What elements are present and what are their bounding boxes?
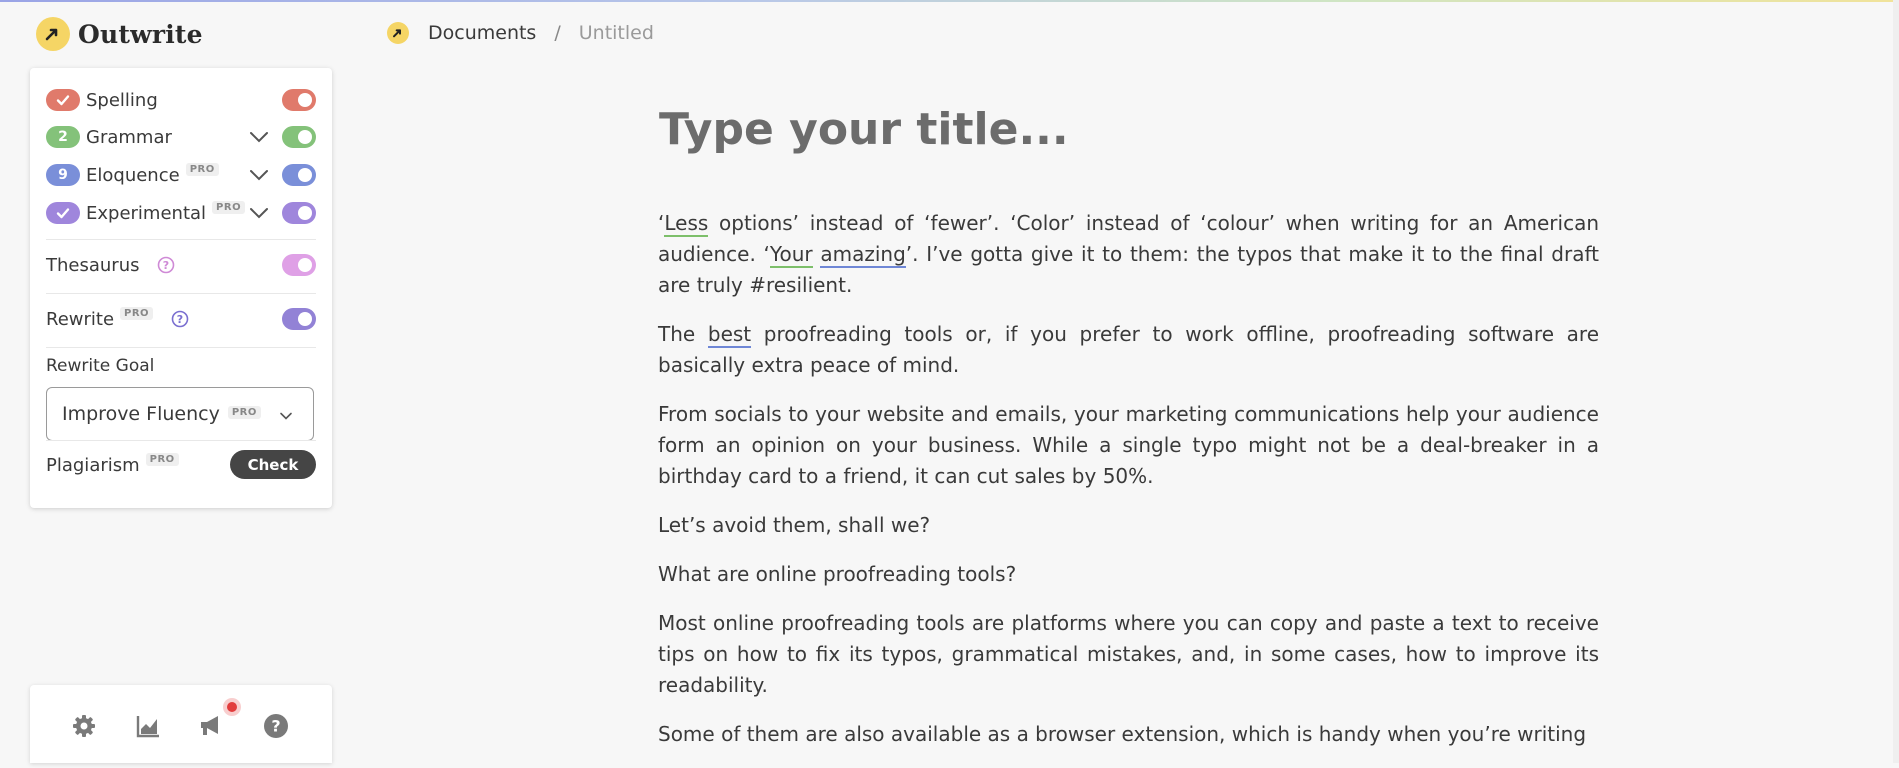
experimental-expand-chevron-icon[interactable] [248, 202, 270, 228]
rewrite-toggle[interactable] [282, 308, 316, 330]
svg-text:?: ? [271, 717, 280, 736]
paragraph: From socials to your website and emails,… [658, 402, 1599, 488]
grammar-row: 2 Grammar [46, 122, 316, 152]
page-scrollbar[interactable] [1893, 0, 1899, 763]
paragraph: Let’s avoid them, shall we? [658, 513, 931, 537]
spelling-row: Spelling [46, 85, 316, 115]
eloquence-row: 9 Eloquence PRO [46, 160, 316, 190]
notification-dot [227, 702, 237, 712]
rewrite-help-icon[interactable]: ? [171, 310, 189, 328]
paragraph: What are online proofreading tools? [658, 562, 1017, 586]
svg-text:?: ? [177, 313, 183, 326]
app-name: Outwrite [78, 19, 203, 49]
paragraph: Some of them are also available as a bro… [658, 722, 1587, 746]
paragraph: The best proofreading tools or, if you p… [658, 319, 1599, 381]
grammar-toggle[interactable] [282, 126, 316, 148]
thesaurus-toggle[interactable] [282, 254, 316, 276]
document-title-input[interactable]: Type your title... [659, 104, 1069, 155]
check-icon [56, 208, 70, 219]
divider [46, 440, 316, 441]
divider [46, 293, 316, 294]
spelling-label: Spelling [86, 89, 158, 111]
help-circle-icon[interactable]: ? [262, 712, 290, 740]
grammar-suggestion[interactable]: Your [769, 242, 813, 268]
divider [46, 347, 316, 348]
check-icon [56, 95, 70, 106]
thesaurus-row: Thesaurus ? [46, 250, 316, 280]
experimental-label: Experimental [86, 202, 207, 224]
eloquence-count-badge: 9 [46, 164, 80, 186]
paragraph: Most online proofreading tools are platf… [658, 611, 1599, 697]
eloquence-suggestion[interactable]: best [707, 322, 752, 348]
gear-icon[interactable] [70, 712, 98, 740]
breadcrumb-current-document: Untitled [578, 22, 654, 44]
rewrite-goal-label: Rewrite Goal [46, 356, 155, 376]
breadcrumb-documents-link[interactable]: Documents [428, 22, 536, 44]
rewrite-goal-select[interactable]: Improve Fluency PRO [46, 387, 314, 441]
divider [46, 239, 316, 240]
paragraph: ‘Less options’ instead of ‘fewer’. ‘Colo… [658, 208, 1599, 301]
eloquence-suggestion[interactable]: amazing [820, 242, 906, 268]
eloquence-label: Eloquence [86, 164, 180, 186]
rewrite-goal-pro-badge: PRO [227, 405, 261, 419]
rewrite-goal-value: Improve Fluency [62, 403, 220, 425]
experimental-row: Experimental PRO [46, 198, 316, 228]
writing-settings-panel: Spelling 2 Grammar 9 Eloquence PRO Exper… [30, 68, 332, 508]
eloquence-expand-chevron-icon[interactable] [248, 164, 270, 190]
bottom-toolbar: ? [30, 685, 332, 763]
experimental-pro-badge: PRO [212, 200, 246, 214]
grammar-suggestion[interactable]: Less [664, 211, 709, 237]
rewrite-row: Rewrite PRO ? [46, 304, 316, 334]
plagiarism-check-button[interactable]: Check [230, 450, 316, 479]
chevron-down-icon [279, 408, 293, 427]
breadcrumb: Documents / Untitled [387, 22, 654, 44]
spelling-toggle[interactable] [282, 89, 316, 111]
megaphone-icon[interactable] [198, 712, 226, 740]
rewrite-label: Rewrite [46, 308, 115, 330]
breadcrumb-separator: / [554, 22, 561, 44]
eloquence-toggle[interactable] [282, 164, 316, 186]
outwrite-small-logo-icon [387, 22, 409, 44]
plagiarism-pro-badge: PRO [145, 452, 179, 466]
experimental-toggle[interactable] [282, 202, 316, 224]
rewrite-pro-badge: PRO [120, 306, 154, 320]
grammar-count-badge: 2 [46, 126, 80, 148]
app-logo[interactable]: Outwrite [36, 17, 203, 51]
top-accent-line [0, 0, 1899, 2]
grammar-expand-chevron-icon[interactable] [248, 126, 270, 152]
outwrite-logo-icon [36, 17, 70, 51]
stats-chart-icon[interactable] [134, 712, 162, 740]
experimental-badge [46, 202, 80, 224]
text-span: proofreading tools or, if you prefer to … [658, 322, 1600, 377]
thesaurus-help-icon[interactable]: ? [157, 256, 175, 274]
grammar-label: Grammar [86, 126, 172, 148]
thesaurus-label: Thesaurus [46, 254, 140, 276]
spelling-badge [46, 89, 80, 111]
svg-text:?: ? [163, 259, 169, 272]
plagiarism-label: Plagiarism [46, 454, 140, 476]
eloquence-pro-badge: PRO [185, 162, 219, 176]
plagiarism-row: Plagiarism PRO [46, 450, 222, 480]
text-span: The [658, 322, 708, 346]
document-body[interactable]: ‘Less options’ instead of ‘fewer’. ‘Colo… [658, 208, 1599, 768]
